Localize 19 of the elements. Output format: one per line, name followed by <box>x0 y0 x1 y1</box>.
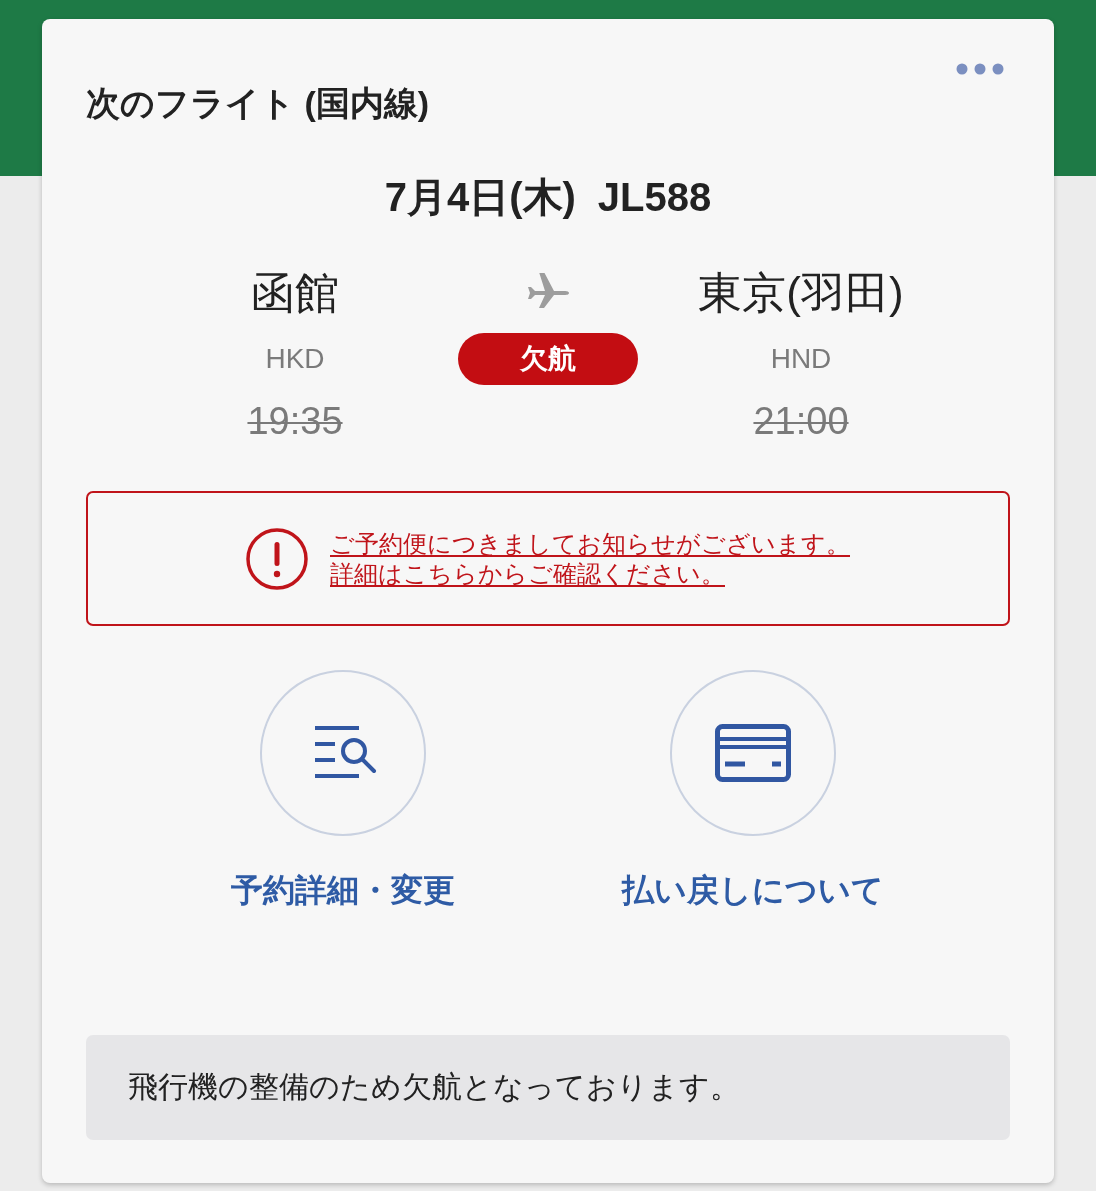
action-button[interactable] <box>670 670 836 836</box>
origin-city: 函館 <box>251 267 339 319</box>
action-link[interactable]: 払い戻しについて <box>622 870 884 910</box>
list-search-icon <box>313 725 377 781</box>
alert-icon <box>246 527 308 590</box>
destination-code: HND <box>770 342 832 376</box>
flight-number: JL588 <box>597 174 712 221</box>
origin-code: HKD <box>265 342 325 376</box>
more-icon[interactable] <box>956 63 1004 75</box>
status-message: 飛行機の整備のため欠航となっております。 <box>86 1035 1010 1140</box>
action-link[interactable]: 予約詳細・変更 <box>231 870 455 910</box>
arrival-time: 21:00 <box>753 399 849 444</box>
destination-city: 東京(羽田) <box>698 267 904 319</box>
action-button[interactable] <box>260 670 426 836</box>
departure-time: 19:35 <box>247 399 343 444</box>
status-badge: 欠航 <box>458 333 638 385</box>
flight-date: 7月4日(木) <box>384 174 576 221</box>
card-title: 次のフライト (国内線) <box>86 83 430 124</box>
credit-card-icon <box>715 724 791 782</box>
